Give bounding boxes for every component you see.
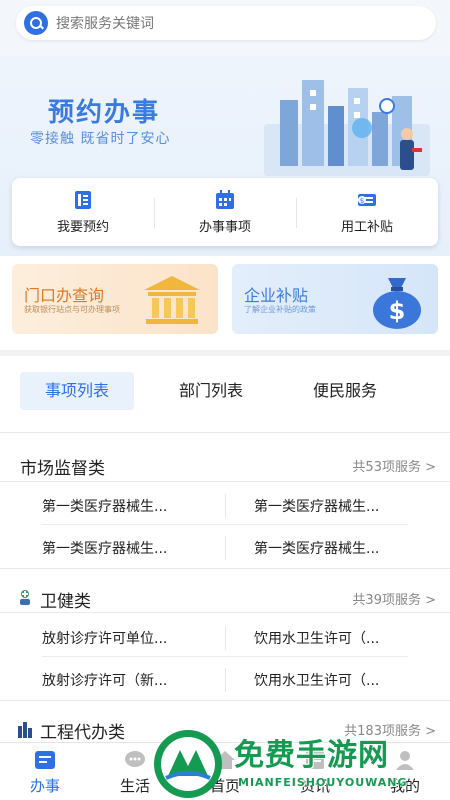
quick-action-matters[interactable]: 办事事项	[154, 178, 296, 246]
money-icon: $	[358, 193, 376, 206]
banner-subtitle: 零接触 既省时了安心	[30, 131, 171, 147]
section-title: 卫健类	[40, 592, 91, 612]
section-divider	[0, 350, 450, 356]
section-count-link[interactable]: 共39项服务 >	[352, 589, 436, 608]
divider	[0, 481, 450, 482]
bank-icon	[144, 276, 200, 324]
nav-item-news[interactable]: 资讯	[270, 743, 360, 800]
health-icon	[20, 590, 30, 605]
nav-label: 首页	[209, 777, 240, 795]
chat-icon	[125, 751, 145, 767]
quick-actions-card: 我要预约 办事事项 $ 用工补贴	[12, 178, 438, 246]
nav-item-life[interactable]: 生活	[90, 743, 180, 800]
nav-label: 办事	[29, 777, 60, 795]
svg-text:$: $	[389, 297, 406, 325]
search-bar[interactable]: 搜索服务关键词	[16, 6, 436, 40]
divider	[0, 432, 450, 433]
service-icon	[35, 751, 55, 769]
building-icon	[18, 722, 32, 738]
tab-department-list[interactable]: 部门列表	[154, 372, 268, 410]
nav-item-mine[interactable]: 我的	[360, 743, 450, 800]
section-header: 市场监督类 共53项服务 >	[0, 450, 450, 480]
list-item[interactable]: 放射诊疗许可单位...	[42, 628, 167, 648]
promo-subtitle: 获取银行站点与可办理事项	[24, 305, 120, 314]
list-item[interactable]: 第一类医疗器械生...	[254, 538, 379, 558]
phone-booking-icon	[75, 190, 91, 209]
section-title: 市场监督类	[20, 459, 105, 479]
quick-action-label: 用工补贴	[340, 219, 393, 235]
news-icon	[306, 751, 324, 769]
divider	[225, 494, 226, 518]
divider	[0, 700, 450, 701]
nav-label: 我的	[389, 777, 420, 795]
home-icon	[215, 751, 235, 769]
divider	[42, 656, 408, 657]
quick-action-label: 我要预约	[56, 219, 109, 235]
calendar-icon	[216, 189, 234, 209]
money-bag-icon: $	[373, 278, 421, 329]
list-item[interactable]: 放射诊疗许可（新...	[42, 670, 167, 690]
section-header: 卫健类 共39项服务 >	[0, 583, 450, 613]
section-count-link[interactable]: 共183项服务 >	[344, 720, 436, 739]
list-item[interactable]: 第一类医疗器械生...	[254, 496, 379, 516]
svg-text:$: $	[360, 197, 364, 205]
banner-title: 预约办事	[48, 98, 161, 128]
quick-action-booking[interactable]: 我要预约	[12, 178, 154, 246]
list-item[interactable]: 第一类医疗器械生...	[42, 496, 167, 516]
quick-action-subsidy[interactable]: $ 用工补贴	[296, 178, 438, 246]
promo-subtitle: 了解企业补贴的政策	[244, 305, 316, 314]
search-input[interactable]: 搜索服务关键词	[56, 13, 154, 33]
list-item[interactable]: 第一类医疗器械生...	[42, 538, 167, 558]
list-item[interactable]: 饮用水卫生许可（...	[254, 670, 379, 690]
quick-action-label: 办事事项	[198, 219, 251, 235]
divider	[225, 536, 226, 560]
search-icon[interactable]	[24, 11, 48, 35]
divider	[225, 668, 226, 692]
tab-bar: 事项列表 部门列表 便民服务	[0, 370, 450, 414]
promo-enterprise-subsidy[interactable]: 企业补贴 了解企业补贴的政策 $	[232, 264, 438, 334]
promo-title: 门口办查询	[24, 286, 105, 305]
section-count-link[interactable]: 共53项服务 >	[352, 456, 436, 475]
nav-label: 资讯	[299, 777, 330, 795]
promo-title: 企业补贴	[244, 286, 309, 305]
divider	[0, 568, 450, 569]
divider	[42, 524, 408, 525]
user-icon	[396, 751, 414, 770]
city-illustration-icon	[264, 80, 430, 176]
tab-item-list[interactable]: 事项列表	[20, 372, 134, 410]
divider	[225, 626, 226, 650]
section-header: 工程代办类 共183项服务 >	[0, 714, 450, 744]
list-item[interactable]: 饮用水卫生许可（...	[254, 628, 379, 648]
section-title: 工程代办类	[40, 723, 125, 743]
divider	[0, 612, 450, 613]
tab-convenience-service[interactable]: 便民服务	[288, 372, 402, 410]
nav-label: 生活	[119, 777, 150, 795]
bottom-nav: 办事 生活 首页 资讯 我的	[0, 742, 450, 800]
nav-item-home[interactable]: 首页	[180, 743, 270, 800]
nav-item-service[interactable]: 办事	[0, 743, 90, 800]
promo-door-service[interactable]: 门口办查询 获取银行站点与可办理事项	[12, 264, 218, 334]
